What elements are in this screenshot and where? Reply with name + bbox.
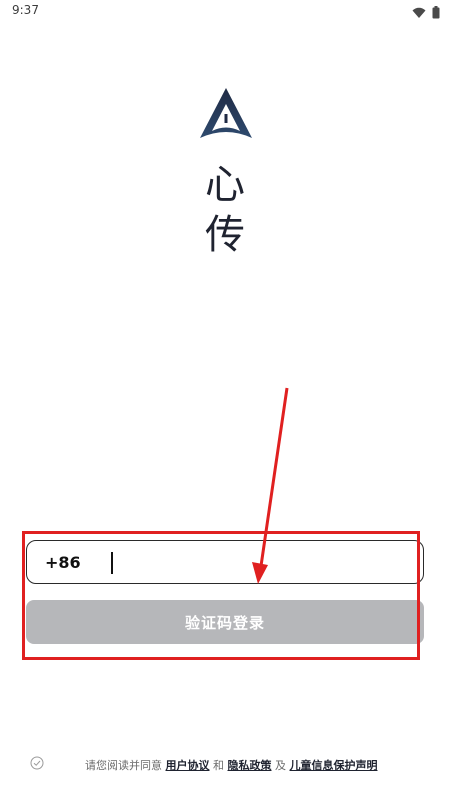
brand-name-line1: 心	[205, 162, 245, 208]
app-logo-icon	[196, 84, 256, 144]
agreement-prefix: 请您阅读并同意	[85, 759, 166, 772]
status-icons	[412, 4, 440, 23]
agreement-and: 和	[209, 759, 228, 772]
status-bar: 9:37	[0, 0, 450, 22]
verification-code-login-button[interactable]: 验证码登录	[26, 600, 424, 644]
phone-input[interactable]	[91, 547, 411, 577]
country-code[interactable]: +86	[45, 553, 81, 572]
agreement-checkbox[interactable]	[30, 756, 44, 770]
user-agreement-link[interactable]: 用户协议	[166, 759, 210, 772]
brand-name-line2: 传	[205, 212, 245, 258]
status-time: 9:37	[12, 3, 39, 17]
wifi-icon	[412, 4, 426, 23]
child-privacy-link[interactable]: 儿童信息保护声明	[290, 759, 378, 772]
agreement-row: 请您阅读并同意 用户协议 和 隐私政策 及 儿童信息保护声明	[30, 755, 430, 775]
agreement-text: 请您阅读并同意 用户协议 和 隐私政策 及 儿童信息保护声明	[85, 757, 378, 773]
phone-field[interactable]: +86	[26, 540, 424, 584]
battery-icon	[432, 4, 440, 23]
agreement-also: 及	[271, 759, 290, 772]
login-screen: 9:37 心 传 +86 验证码登录 请您阅读并同意 用户协议 和 隐私政策 及…	[0, 0, 450, 800]
privacy-policy-link[interactable]: 隐私政策	[228, 759, 272, 772]
